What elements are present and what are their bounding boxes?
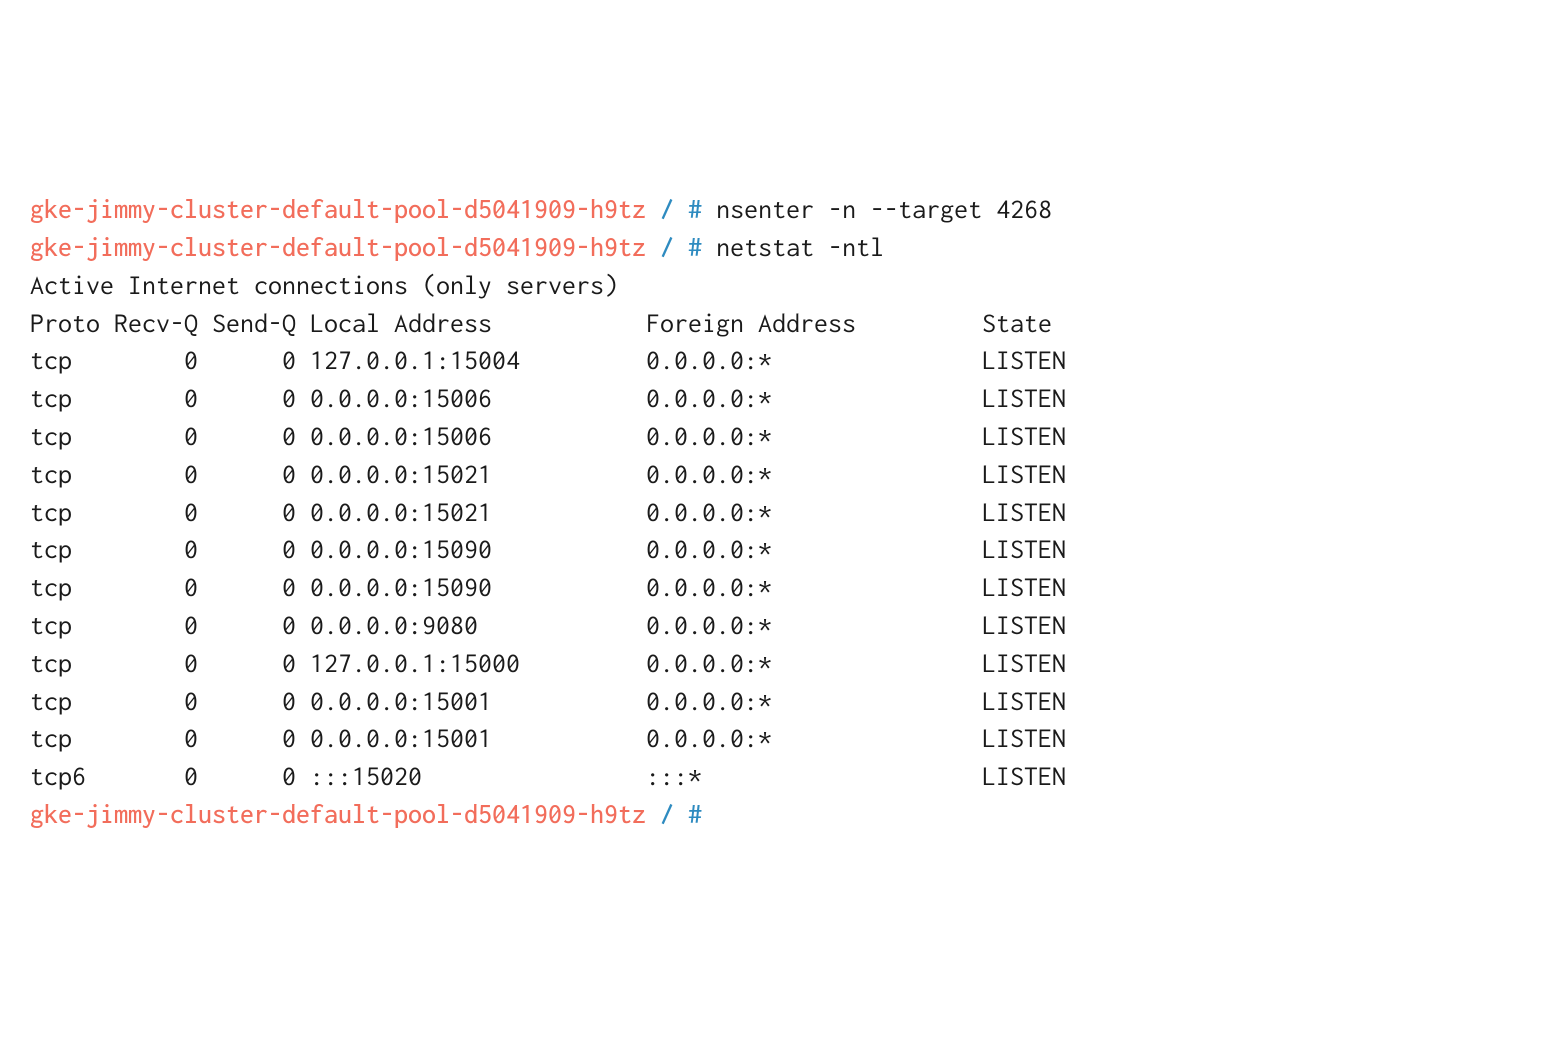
table-row: tcp 0 0 0.0.0.0:9080 0.0.0.0:* LISTEN: [30, 607, 1536, 645]
table-row: tcp 0 0 0.0.0.0:15090 0.0.0.0:* LISTEN: [30, 569, 1536, 607]
table-row: tcp6 0 0 :::15020 :::* LISTEN: [30, 758, 1536, 796]
hostname: gke-jimmy-cluster-default-pool-d5041909-…: [30, 195, 646, 224]
hostname: gke-jimmy-cluster-default-pool-d5041909-…: [30, 800, 646, 829]
table-row: tcp 0 0 0.0.0.0:15021 0.0.0.0:* LISTEN: [30, 494, 1536, 532]
table-row: tcp 0 0 0.0.0.0:15021 0.0.0.0:* LISTEN: [30, 456, 1536, 494]
prompt-symbol: #: [688, 800, 702, 829]
path: /: [660, 195, 674, 224]
path: /: [660, 233, 674, 262]
table-row: tcp 0 0 0.0.0.0:15001 0.0.0.0:* LISTEN: [30, 683, 1536, 721]
path: /: [660, 800, 674, 829]
prompt-symbol: #: [688, 195, 702, 224]
prompt-symbol: #: [688, 233, 702, 262]
table-row: tcp 0 0 127.0.0.1:15004 0.0.0.0:* LISTEN: [30, 342, 1536, 380]
table-row: tcp 0 0 127.0.0.1:15000 0.0.0.0:* LISTEN: [30, 645, 1536, 683]
prompt-line: gke-jimmy-cluster-default-pool-d5041909-…: [30, 229, 1536, 267]
prompt-line: gke-jimmy-cluster-default-pool-d5041909-…: [30, 796, 1536, 834]
hostname: gke-jimmy-cluster-default-pool-d5041909-…: [30, 233, 646, 262]
output-line: Active Internet connections (only server…: [30, 267, 1536, 305]
table-row: tcp 0 0 0.0.0.0:15006 0.0.0.0:* LISTEN: [30, 380, 1536, 418]
table-header: Proto Recv-Q Send-Q Local Address Foreig…: [30, 305, 1536, 343]
command-text: netstat -ntl: [716, 233, 884, 262]
table-row: tcp 0 0 0.0.0.0:15006 0.0.0.0:* LISTEN: [30, 418, 1536, 456]
table-row: tcp 0 0 0.0.0.0:15001 0.0.0.0:* LISTEN: [30, 720, 1536, 758]
terminal-output: gke-jimmy-cluster-default-pool-d5041909-…: [30, 191, 1536, 834]
prompt-line: gke-jimmy-cluster-default-pool-d5041909-…: [30, 191, 1536, 229]
command-text: nsenter -n --target 4268: [716, 195, 1052, 224]
table-row: tcp 0 0 0.0.0.0:15090 0.0.0.0:* LISTEN: [30, 531, 1536, 569]
